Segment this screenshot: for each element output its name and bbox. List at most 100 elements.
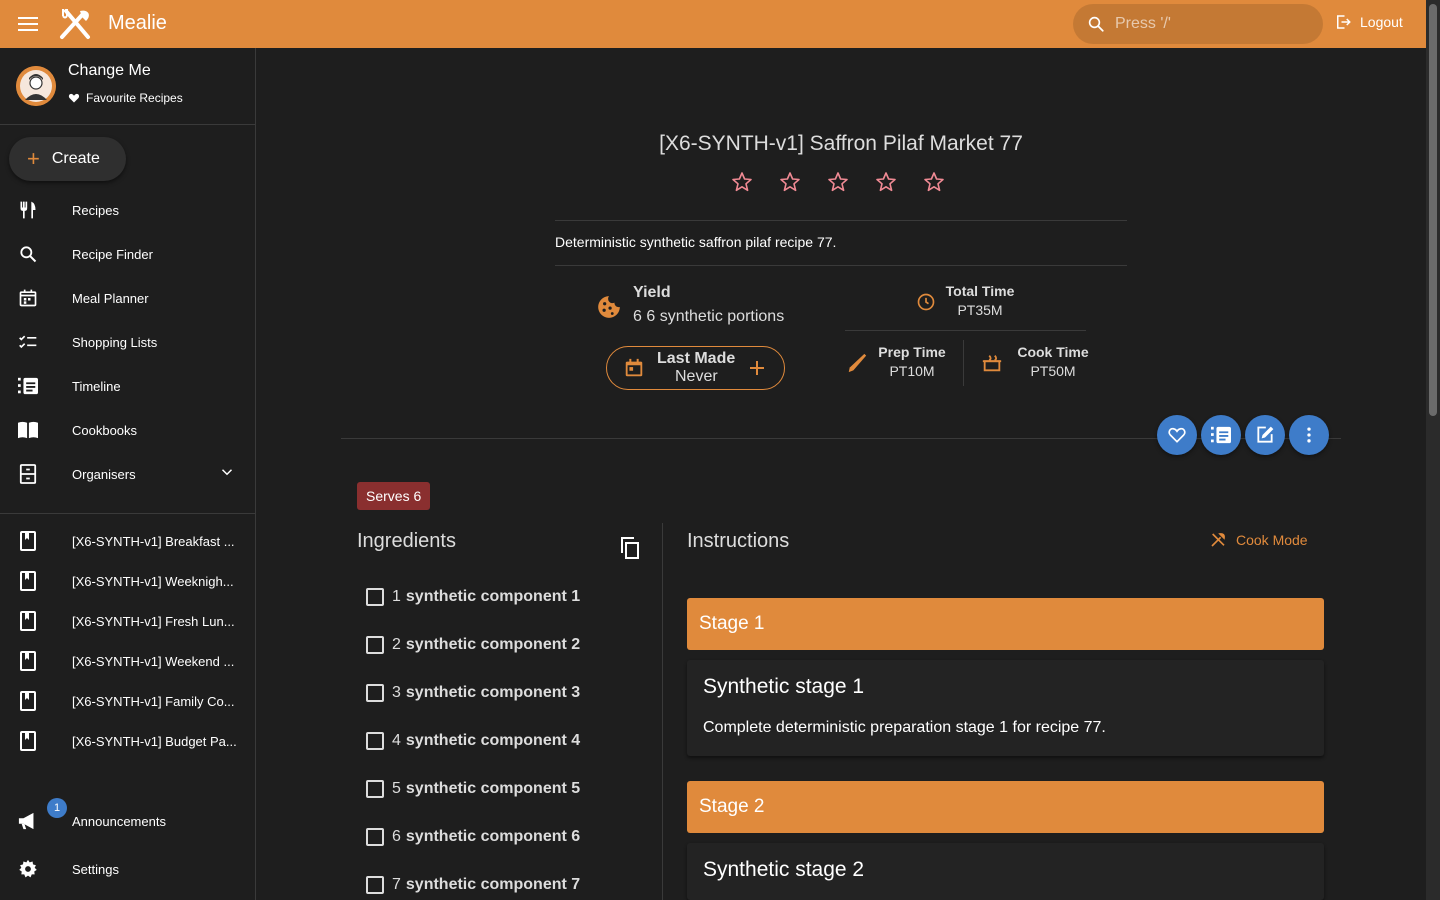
create-button[interactable]: + Create	[9, 137, 126, 181]
ingredient-checkbox[interactable]	[366, 780, 384, 798]
mealie-logo-icon[interactable]	[58, 7, 94, 41]
chevron-down-icon[interactable]	[218, 463, 236, 486]
stage-header[interactable]: Stage 2	[687, 781, 1324, 833]
timeline-button[interactable]	[1201, 415, 1241, 455]
stage-card: Synthetic stage 2	[687, 843, 1324, 900]
clock-icon	[917, 293, 935, 311]
ingredient-checkbox[interactable]	[366, 732, 384, 750]
divider	[845, 330, 1086, 331]
sidebar-item-organisers[interactable]: Organisers	[0, 452, 256, 496]
sidebar-item-announcements[interactable]: 1 Announcements	[0, 798, 256, 843]
announcements-badge: 1	[47, 798, 67, 818]
bookmark-book-icon	[18, 611, 38, 631]
ingredient-item[interactable]: 3 synthetic component 3	[366, 684, 580, 702]
ingredient-item[interactable]: 7 synthetic component 7	[366, 876, 580, 894]
cook-mode-label: Cook Mode	[1236, 532, 1308, 548]
recipe-page: [X6-SYNTH-v1] Saffron Pilaf Market 77 De…	[256, 48, 1426, 900]
sidebar-cookbook-item[interactable]: [X6-SYNTH-v1] Family Co...	[0, 681, 256, 721]
cook-time: Cook Time PT50M	[1017, 344, 1089, 379]
pot-icon	[982, 355, 1002, 372]
scrollbar-thumb[interactable]	[1429, 4, 1437, 416]
favourite-recipes-link[interactable]: Favourite Recipes	[68, 91, 183, 105]
star-icon[interactable]	[874, 170, 898, 194]
stage-text: Complete deterministic preparation stage…	[703, 719, 1106, 736]
bookmark-book-icon	[18, 691, 38, 711]
ingredient-item[interactable]: 1 synthetic component 1	[366, 588, 580, 606]
yield-label: Yield	[633, 284, 671, 301]
sidebar-item-meal-planner[interactable]: Meal Planner	[0, 276, 256, 320]
more-options-button[interactable]	[1289, 415, 1329, 455]
ingredient-item[interactable]: 6 synthetic component 6	[366, 828, 580, 846]
sidebar-item-cookbooks[interactable]: Cookbooks	[0, 408, 256, 452]
stage-title: Synthetic stage 1	[703, 675, 865, 698]
star-rating[interactable]	[730, 170, 946, 194]
ingredient-checkbox[interactable]	[366, 876, 384, 894]
book-open-icon	[17, 419, 39, 441]
cook-mode-button[interactable]: Cook Mode	[1210, 532, 1308, 548]
app-title[interactable]: Mealie	[108, 12, 167, 35]
favourite-recipes-label: Favourite Recipes	[86, 91, 183, 105]
last-made-label: Last Made	[657, 350, 736, 367]
last-made-button[interactable]: Last Made Never	[606, 346, 785, 390]
sidebar-cookbook-item[interactable]: [X6-SYNTH-v1] Fresh Lun...	[0, 601, 256, 641]
star-icon[interactable]	[778, 170, 802, 194]
bookmark-book-icon	[18, 731, 38, 751]
instructions-title: Instructions	[687, 530, 790, 552]
user-block: Change Me Favourite Recipes	[0, 48, 256, 125]
checklist-icon	[17, 331, 39, 353]
sidebar-item-shopping-lists[interactable]: Shopping Lists	[0, 320, 256, 364]
last-made-value: Never	[675, 368, 718, 385]
timeline-icon	[17, 375, 39, 397]
sidebar-divider	[0, 513, 256, 514]
divider	[963, 340, 964, 386]
search-icon	[1088, 16, 1104, 32]
cookie-icon	[596, 294, 622, 320]
menu-icon[interactable]	[16, 12, 40, 36]
bookmark-book-icon	[18, 531, 38, 551]
logout-button[interactable]: Logout	[1334, 13, 1403, 31]
star-icon[interactable]	[922, 170, 946, 194]
star-icon[interactable]	[730, 170, 754, 194]
sidebar-item-recipes[interactable]: Recipes	[0, 188, 256, 232]
sidebar-item-recipe-finder[interactable]: Recipe Finder	[0, 232, 256, 276]
sidebar-item-timeline[interactable]: Timeline	[0, 364, 256, 408]
fork-knife-cross-icon	[1211, 533, 1225, 547]
sidebar: Change Me Favourite Recipes + Create Rec…	[0, 48, 256, 900]
sidebar-item-settings[interactable]: Settings	[0, 847, 256, 891]
ingredient-checkbox[interactable]	[366, 636, 384, 654]
search-input[interactable]	[1115, 15, 1295, 33]
star-icon[interactable]	[826, 170, 850, 194]
ingredient-item[interactable]: 2 synthetic component 2	[366, 636, 580, 654]
prep-time: Prep Time PT10M	[878, 344, 946, 379]
organiser-icon	[17, 463, 39, 485]
ingredient-item[interactable]: 5 synthetic component 5	[366, 780, 580, 798]
logout-icon	[1337, 15, 1351, 29]
sidebar-cookbook-item[interactable]: [X6-SYNTH-v1] Weekend ...	[0, 641, 256, 681]
divider	[555, 265, 1127, 266]
stage-title: Synthetic stage 2	[703, 858, 865, 881]
copy-icon[interactable]	[618, 536, 642, 560]
ingredient-checkbox[interactable]	[366, 684, 384, 702]
bookmark-book-icon	[18, 651, 38, 671]
app-header: Mealie Logout	[0, 0, 1426, 48]
search-box[interactable]	[1073, 4, 1323, 44]
sidebar-cookbook-item[interactable]: [X6-SYNTH-v1] Budget Pa...	[0, 721, 256, 761]
edit-icon	[1257, 426, 1274, 443]
heart-outline-icon	[1168, 427, 1186, 443]
knife-icon	[848, 353, 867, 373]
avatar[interactable]	[16, 66, 56, 106]
edit-button[interactable]	[1245, 415, 1285, 455]
ingredient-checkbox[interactable]	[366, 828, 384, 846]
page-scrollbar[interactable]	[1426, 0, 1440, 900]
logout-label: Logout	[1360, 14, 1403, 30]
ingredient-checkbox[interactable]	[366, 588, 384, 606]
ingredient-item[interactable]: 4 synthetic component 4	[366, 732, 580, 750]
sidebar-cookbook-item[interactable]: [X6-SYNTH-v1] Weeknigh...	[0, 561, 256, 601]
total-time: Total Time PT35M	[945, 283, 1015, 318]
favourite-button[interactable]	[1157, 415, 1197, 455]
serves-badge[interactable]: Serves 6	[357, 482, 431, 510]
sidebar-cookbook-item[interactable]: [X6-SYNTH-v1] Breakfast ...	[0, 521, 256, 561]
megaphone-icon: 1	[17, 798, 67, 832]
plus-icon: +	[27, 146, 40, 171]
stage-header[interactable]: Stage 1	[687, 598, 1324, 650]
